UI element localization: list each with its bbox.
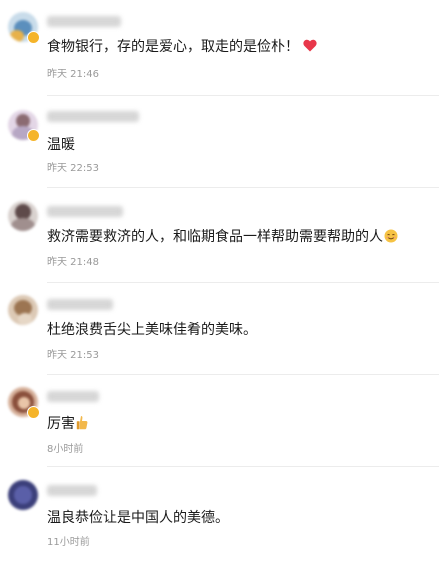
user-nickname[interactable]: 用户 [47, 206, 123, 217]
comment-text: 温良恭俭让是中国人的美德。 [47, 509, 229, 527]
user-nickname[interactable]: 用户 [47, 485, 97, 496]
comment-item[interactable]: 用户 温良恭俭让是中国人的美德。 11小时前 [0, 467, 439, 566]
comment-item[interactable]: 用户 厉害 8小时前 [0, 375, 439, 467]
comment-text: 救济需要救济的人，和临期食品一样帮助需要帮助的人 [47, 228, 398, 246]
comment-text-content: 温良恭俭让是中国人的美德。 [47, 510, 229, 526]
comment-time: 昨天 21:53 [47, 350, 99, 361]
comment-text-content: 温暖 [47, 137, 75, 153]
comment-item[interactable]: 用户 温暖 昨天 22:53 [0, 96, 439, 188]
comment-item[interactable]: 用户 食物银行，存的是爱心，取走的是俭朴！ 昨天 21:46 [0, 0, 439, 96]
comment-time: 昨天 22:53 [47, 163, 99, 174]
avatar[interactable] [8, 201, 38, 231]
comment-text: 厉害 [47, 415, 88, 433]
heart-emoji-icon [303, 39, 317, 52]
user-nickname[interactable]: 用户 [47, 111, 139, 122]
verified-badge-icon [27, 406, 40, 419]
comment-text-content: 食物银行，存的是爱心，取走的是俭朴！ [47, 39, 299, 55]
user-nickname[interactable]: 用户 [47, 391, 99, 402]
user-nickname[interactable]: 用户 [47, 16, 121, 27]
avatar[interactable] [8, 295, 38, 325]
comment-time: 昨天 21:48 [47, 257, 99, 268]
comment-text-content: 厉害 [47, 416, 75, 432]
comment-item[interactable]: 用户 救济需要救济的人，和临期食品一样帮助需要帮助的人 昨天 21:48 [0, 188, 439, 283]
smiling-face-emoji-icon [384, 229, 398, 243]
comment-item[interactable]: 用户 杜绝浪费舌尖上美味佳肴的美味。 昨天 21:53 [0, 283, 439, 375]
user-nickname[interactable]: 用户 [47, 299, 113, 310]
comment-text-content: 杜绝浪费舌尖上美味佳肴的美味。 [47, 322, 257, 338]
comment-text: 杜绝浪费舌尖上美味佳肴的美味。 [47, 321, 257, 339]
avatar[interactable] [8, 480, 38, 510]
thumbs-up-emoji-icon [76, 416, 88, 430]
comment-time: 8小时前 [47, 444, 84, 455]
verified-badge-icon [27, 129, 40, 142]
comment-time: 昨天 21:46 [47, 69, 99, 80]
comment-text: 食物银行，存的是爱心，取走的是俭朴！ [47, 38, 317, 56]
verified-badge-icon [27, 31, 40, 44]
comment-feed: 用户 食物银行，存的是爱心，取走的是俭朴！ 昨天 21:46 用户 温暖 昨天 … [0, 0, 439, 566]
comment-time: 11小时前 [47, 537, 90, 548]
comment-text-content: 救济需要救济的人，和临期食品一样帮助需要帮助的人 [47, 229, 383, 245]
comment-text: 温暖 [47, 136, 75, 154]
